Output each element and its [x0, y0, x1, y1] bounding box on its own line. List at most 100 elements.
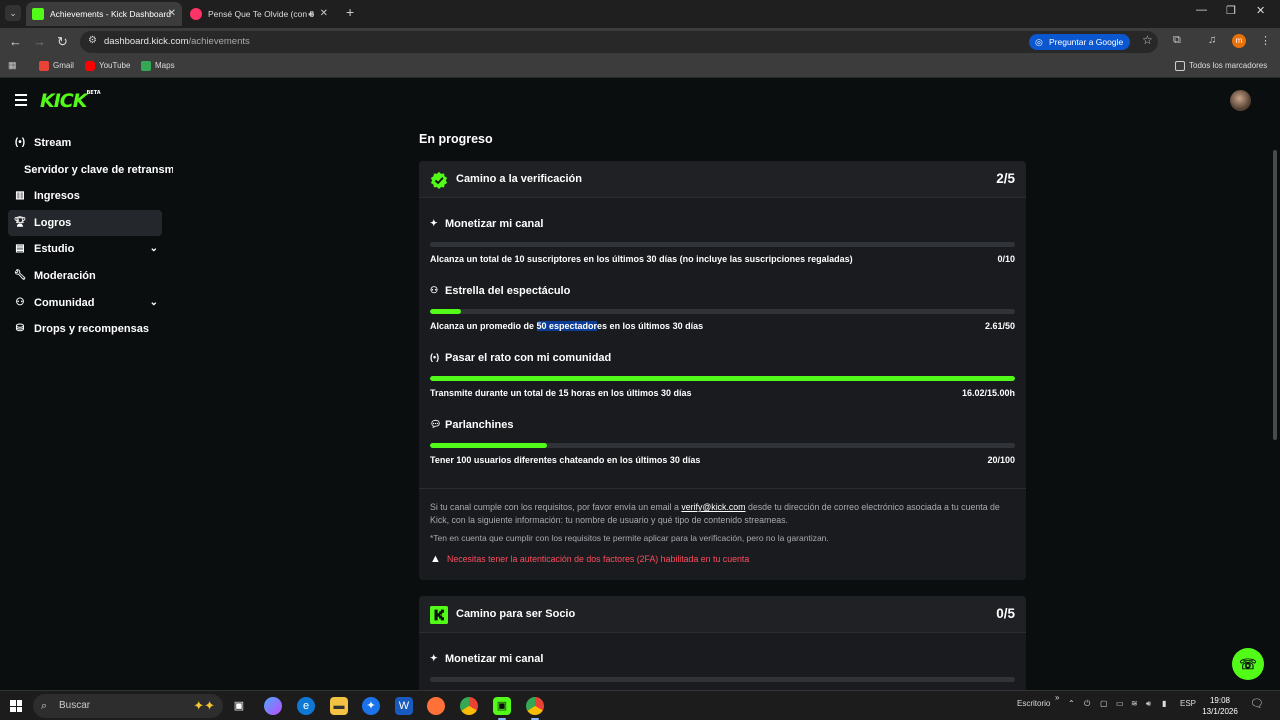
sidebar-item-drops[interactable]: ⛁ Drops y recompensas	[8, 316, 162, 343]
verification-info: Si tu canal cumple con los requisitos, p…	[430, 502, 1000, 525]
progress-bar	[430, 242, 1015, 247]
browser-tabstrip: ⌄ Achievements - Kick Dashboard ✕ Pensé …	[0, 0, 1280, 28]
tab-achievements[interactable]: Achievements - Kick Dashboard ✕	[26, 2, 182, 26]
app-icon[interactable]: ✦	[362, 697, 380, 715]
tab-title: Achievements - Kick Dashboard	[50, 9, 171, 19]
community-icon: ⚇	[15, 296, 25, 308]
bookmark-youtube[interactable]: YouTube	[85, 60, 130, 72]
partner-card: Camino para ser Socio 0/5 ✦ Monetizar mi …	[419, 596, 1026, 696]
sidebar-item-stream[interactable]: (•) Stream	[8, 130, 162, 157]
divider	[419, 488, 1026, 489]
speaker-icon[interactable]: 🔊︎	[308, 2, 314, 26]
tab-search-icon[interactable]: ⌄	[5, 5, 21, 21]
notifications-icon[interactable]: 🗨︎	[1250, 697, 1264, 710]
progress-bar	[430, 677, 1015, 682]
tray-icon[interactable]: ▭	[1116, 699, 1124, 708]
achievement-title: ✦ Monetizar mi canal	[430, 218, 544, 230]
maximize-icon[interactable]: ❐	[1226, 4, 1236, 17]
card-title: Camino a la verificación	[456, 173, 582, 185]
clock[interactable]: 19:08 13/1/2026	[1198, 695, 1242, 717]
forward-icon[interactable]: →	[33, 34, 46, 49]
card-header[interactable]: Camino para ser Socio 0/5	[419, 596, 1026, 633]
sidebar-item-logros[interactable]: 🏆︎ Logros	[8, 209, 162, 237]
menu-icon[interactable]	[15, 94, 27, 109]
progress-fill	[430, 376, 1015, 381]
media-control-icon[interactable]: ♫	[1208, 34, 1216, 46]
achievement-value: 20/100	[987, 455, 1015, 465]
scrollbar[interactable]	[1273, 150, 1277, 440]
kick-app-icon[interactable]: ▣	[493, 697, 511, 720]
language-indicator[interactable]: ESP	[1180, 699, 1196, 708]
file-explorer-icon[interactable]: ▬	[330, 697, 348, 715]
desktop-label[interactable]: Escritorio	[1017, 699, 1050, 708]
sidebar-item-estudio[interactable]: ▤ Estudio ⌄	[8, 236, 162, 263]
sidebar-item-comunidad[interactable]: ⚇ Comunidad ⌄	[8, 290, 162, 317]
profile-avatar[interactable]: m	[1232, 34, 1246, 48]
verify-email-link[interactable]: verify@kick.com	[681, 502, 745, 512]
chevron-down-icon: ⌄	[149, 243, 158, 255]
close-tab-icon[interactable]: ✕	[320, 2, 328, 26]
kick-k-icon	[430, 606, 448, 624]
achievement-title: ✦ Monetizar mi canal	[430, 653, 544, 665]
more-chevrons-icon[interactable]: »	[1055, 693, 1059, 702]
site-info-icon[interactable]: ⚙	[88, 35, 97, 46]
volume-icon[interactable]: 🔊︎	[1146, 699, 1151, 709]
chrome-active-icon[interactable]	[526, 697, 544, 720]
kick-favicon-icon	[32, 8, 44, 20]
bookmark-gmail[interactable]: Gmail	[39, 60, 74, 72]
chrome-icon[interactable]	[460, 697, 478, 715]
extensions-icon[interactable]: ⧉	[1173, 34, 1181, 47]
close-tab-icon[interactable]: ✕	[168, 2, 176, 26]
card-count: 0/5	[996, 606, 1015, 621]
close-window-icon[interactable]: ✕	[1256, 4, 1265, 17]
maps-icon	[141, 61, 151, 71]
ask-google-button[interactable]: ◎ Preguntar a Google	[1029, 34, 1131, 50]
back-icon[interactable]: ←	[9, 34, 22, 49]
tray-icon[interactable]: ⏻	[1084, 699, 1090, 709]
achievement-title: 💬︎ Parlanchines	[430, 419, 514, 431]
youtube-icon	[85, 61, 95, 71]
sidebar-item-moderacion[interactable]: 🔧︎ Moderación	[8, 263, 162, 290]
bookmark-maps[interactable]: Maps	[141, 60, 175, 72]
copilot-icon[interactable]	[264, 697, 282, 715]
search-highlight-icon: ✦✦	[193, 698, 215, 713]
new-tab-icon[interactable]: +	[346, 4, 354, 20]
user-avatar[interactable]	[1230, 90, 1251, 111]
bookmarks-bar: ▦ Gmail YouTube Maps Todos los marcadore…	[0, 56, 1280, 78]
url-text[interactable]: dashboard.kick.com/achievements	[104, 36, 250, 47]
word-icon[interactable]: W	[395, 697, 413, 715]
tab-music[interactable]: Pensé Que Te Olvide (con 8 🔊︎ ✕	[184, 2, 334, 26]
tray-icon[interactable]: ▢	[1100, 699, 1108, 708]
achievement-description: Alcanza un promedio de 50 espectadores e…	[430, 321, 704, 331]
minimize-icon[interactable]: —	[1196, 4, 1207, 16]
bookmark-star-icon[interactable]: ☆	[1142, 33, 1153, 47]
firefox-icon[interactable]	[427, 697, 445, 715]
browser-toolbar: ← → ↻ ⚙ dashboard.kick.com/achievements …	[0, 28, 1280, 56]
progress-bar	[430, 443, 1015, 448]
sidebar-item-ingresos[interactable]: ▥ Ingresos	[8, 183, 162, 210]
battery-icon[interactable]: ▮	[1162, 699, 1166, 708]
show-hidden-icons[interactable]: ⌃	[1068, 699, 1075, 708]
chevron-down-icon: ⌄	[149, 296, 158, 308]
all-bookmarks[interactable]: Todos los marcadores	[1175, 60, 1267, 72]
support-chat-button[interactable]: ☏	[1232, 648, 1264, 680]
more-menu-icon[interactable]: ⋮	[1260, 34, 1271, 47]
achievement-description: Transmite durante un total de 15 horas e…	[430, 388, 692, 398]
card-header[interactable]: Camino a la verificación 2/5	[419, 161, 1026, 198]
card-count: 2/5	[996, 171, 1015, 186]
windows-start-icon[interactable]	[10, 700, 22, 712]
kick-logo[interactable]: KICKBETA	[40, 90, 101, 112]
edge-icon[interactable]: e	[297, 697, 315, 715]
chat-icon: 💬︎	[430, 419, 442, 429]
taskbar-search[interactable]: ⌕ Buscar ✦✦	[33, 694, 223, 718]
reload-icon[interactable]: ↻	[57, 34, 68, 50]
wifi-icon[interactable]: ≋	[1131, 699, 1138, 708]
task-view-icon[interactable]: ▣	[230, 697, 248, 715]
verification-card: Camino a la verificación 2/5 ✦ Monetizar …	[419, 161, 1026, 580]
2fa-warning: ▲ Necesitas tener la autenticación de dos…	[430, 553, 750, 565]
card-title: Camino para ser Socio	[456, 608, 576, 620]
apps-grid-icon[interactable]: ▦	[8, 60, 17, 71]
sidebar: (•)Stream Servidor y clave de retransmis…	[8, 130, 173, 343]
sidebar-item-stream-key[interactable]: Servidor y clave de retransmisión	[8, 157, 173, 184]
address-bar[interactable]: ⚙ dashboard.kick.com/achievements ◎ Pregu…	[80, 31, 1158, 53]
